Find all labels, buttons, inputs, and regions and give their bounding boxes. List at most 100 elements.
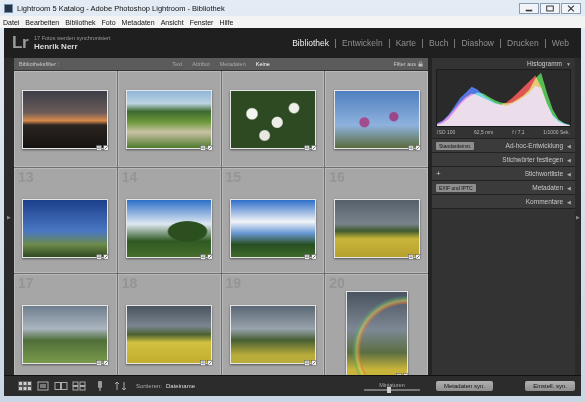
module-tab[interactable]: Diashow [454, 39, 500, 48]
edited-badge-icon[interactable] [403, 373, 409, 375]
edited-badge-icon[interactable] [311, 254, 317, 260]
menu-item[interactable]: Foto [102, 19, 116, 26]
menu-item[interactable]: Fenster [190, 19, 214, 26]
collapse-arrow[interactable]: ◀ [567, 157, 571, 163]
edited-badge-icon[interactable] [207, 254, 213, 260]
filter-option[interactable]: Text [172, 61, 182, 67]
metadata-badge-icon[interactable] [96, 254, 102, 260]
module-tab[interactable]: Bibliothek [286, 39, 335, 48]
add-button[interactable]: + [436, 169, 441, 178]
maximize-icon[interactable] [540, 3, 560, 14]
menu-item[interactable]: Datei [3, 19, 19, 26]
preset-dropdown[interactable]: EXIF und IPTC [436, 184, 476, 192]
panel-section[interactable]: EXIF und IPTCMetadaten◀ [432, 180, 575, 194]
metadata-badge-icon[interactable] [304, 254, 310, 260]
painter-icon[interactable] [96, 380, 104, 392]
grid-cell[interactable] [118, 71, 221, 167]
module-tab[interactable]: Buch [422, 39, 454, 48]
module-tab[interactable]: Drucken [500, 39, 545, 48]
edited-badge-icon[interactable] [415, 254, 421, 260]
metadata-badge-icon[interactable] [408, 254, 414, 260]
collapse-arrow[interactable]: ◀ [567, 143, 571, 149]
grid-cell[interactable]: 16 [325, 168, 428, 273]
photo-thumbnail[interactable] [22, 90, 108, 149]
grid-cell[interactable]: 15 [222, 168, 325, 273]
right-panel-toggle[interactable]: ▶ [575, 58, 581, 375]
metadata-badge-icon[interactable] [304, 145, 310, 151]
sync-button[interactable]: Metadaten syn. [436, 381, 493, 391]
metadata-badge-icon[interactable] [396, 373, 402, 375]
edited-badge-icon[interactable] [311, 360, 317, 366]
photo-thumbnail[interactable] [230, 199, 316, 258]
grid-cell[interactable] [325, 71, 428, 167]
loupe-view-icon[interactable] [36, 381, 50, 391]
thumbnail-size-slider[interactable]: Miniaturen [362, 382, 422, 391]
collapse-arrow[interactable]: ◀ [567, 199, 571, 205]
metadata-badge-icon[interactable] [200, 254, 206, 260]
edited-badge-icon[interactable] [207, 145, 213, 151]
photo-thumbnail[interactable] [230, 90, 316, 149]
slider-track[interactable] [364, 389, 420, 391]
slider-thumb[interactable] [387, 387, 391, 393]
grid-cell[interactable]: 14 [118, 168, 221, 273]
filter-preset[interactable]: Filter aus [333, 61, 423, 67]
photo-thumbnail[interactable] [22, 199, 108, 258]
edited-badge-icon[interactable] [207, 360, 213, 366]
photo-thumbnail[interactable] [346, 291, 408, 375]
grid-cell[interactable]: 17 [14, 274, 117, 375]
filter-option[interactable]: Keine [256, 61, 270, 67]
module-tab[interactable]: Entwickeln [335, 39, 389, 48]
grid-cell[interactable] [222, 71, 325, 167]
compare-view-icon[interactable] [54, 381, 68, 391]
grid-cell[interactable]: 20 [325, 274, 428, 375]
menu-item[interactable]: Hilfe [219, 19, 233, 26]
module-tab[interactable]: Karte [389, 39, 422, 48]
minimize-icon[interactable] [519, 3, 539, 14]
grid-cell[interactable]: 13 [14, 168, 117, 273]
grid-cell[interactable]: 18 [118, 274, 221, 375]
grid-cell[interactable] [14, 71, 117, 167]
photo-thumbnail[interactable] [22, 305, 108, 364]
menu-item[interactable]: Bearbeiten [25, 19, 59, 26]
menu-item[interactable]: Ansicht [161, 19, 184, 26]
metadata-badge-icon[interactable] [304, 360, 310, 366]
filter-option[interactable]: Attribut [192, 61, 209, 67]
metadata-badge-icon[interactable] [96, 360, 102, 366]
photo-thumbnail[interactable] [126, 199, 212, 258]
metadata-badge-icon[interactable] [408, 145, 414, 151]
panel-section[interactable]: Stichwörter festlegen◀ [432, 152, 575, 166]
edited-badge-icon[interactable] [103, 254, 109, 260]
filter-option[interactable]: Metadaten [220, 61, 246, 67]
photo-thumbnail[interactable] [334, 199, 420, 258]
sync-button[interactable]: Einstell. syn. [525, 381, 575, 391]
histogram-header[interactable]: Histogramm▼ [432, 58, 575, 69]
edited-badge-icon[interactable] [415, 145, 421, 151]
sort-dropdown[interactable]: Dateiname [166, 383, 195, 389]
collapse-arrow[interactable]: ◀ [567, 171, 571, 177]
photo-thumbnail[interactable] [230, 305, 316, 364]
sort-direction-icon[interactable] [114, 381, 128, 391]
photo-thumbnail[interactable] [126, 90, 212, 149]
panel-section[interactable]: +Stichwortliste◀ [432, 166, 575, 180]
menu-item[interactable]: Metadaten [122, 19, 155, 26]
metadata-badge-icon[interactable] [200, 145, 206, 151]
edited-badge-icon[interactable] [311, 145, 317, 151]
metadata-badge-icon[interactable] [96, 145, 102, 151]
photo-thumbnail[interactable] [334, 90, 420, 149]
metadata-badge-icon[interactable] [200, 360, 206, 366]
edited-badge-icon[interactable] [103, 145, 109, 151]
survey-view-icon[interactable] [72, 381, 86, 391]
grid-cell[interactable]: 19 [222, 274, 325, 375]
panel-section[interactable]: Kommentare◀ [432, 194, 575, 208]
left-panel-toggle[interactable]: ▶ [4, 58, 14, 375]
module-tab[interactable]: Web [545, 39, 575, 48]
photo-thumbnail[interactable] [126, 305, 212, 364]
edited-badge-icon[interactable] [103, 360, 109, 366]
cell-number: 19 [223, 275, 324, 290]
panel-section[interactable]: Standardeinst.Ad-hoc-Entwicklung◀ [432, 138, 575, 152]
preset-dropdown[interactable]: Standardeinst. [436, 142, 474, 150]
menu-item[interactable]: Bibliothek [65, 19, 95, 26]
close-icon[interactable] [561, 3, 581, 14]
collapse-arrow[interactable]: ◀ [567, 185, 571, 191]
grid-view-icon[interactable] [18, 381, 32, 391]
